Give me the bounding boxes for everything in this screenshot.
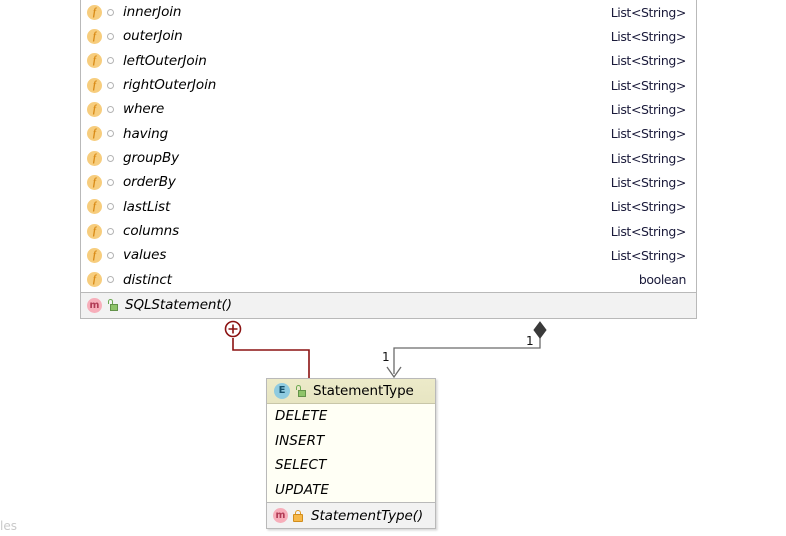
field-type: List<String> bbox=[611, 53, 686, 68]
field-type: List<String> bbox=[611, 151, 686, 166]
field-type: boolean bbox=[639, 272, 686, 287]
lock-closed-icon bbox=[293, 510, 303, 522]
field-icon: f bbox=[87, 126, 102, 141]
list-item[interactable]: SELECT bbox=[267, 453, 435, 478]
lock-open-icon bbox=[107, 299, 118, 311]
field-type: List<String> bbox=[611, 175, 686, 190]
field-name: where bbox=[123, 101, 611, 117]
method-icon: m bbox=[87, 298, 102, 313]
field-name: columns bbox=[123, 223, 611, 239]
enum-header[interactable]: E StatementType bbox=[267, 379, 435, 404]
table-row[interactable]: f outerJoin List<String> bbox=[81, 24, 696, 48]
field-name: lastList bbox=[123, 199, 611, 215]
table-row[interactable]: f where List<String> bbox=[81, 97, 696, 121]
circled-plus-icon bbox=[226, 322, 241, 337]
method-signature: StatementType() bbox=[311, 508, 423, 524]
field-type: List<String> bbox=[611, 29, 686, 44]
package-private-visibility-icon bbox=[107, 276, 114, 283]
relation-inner-class[interactable] bbox=[226, 322, 310, 379]
package-private-visibility-icon bbox=[107, 130, 114, 137]
diagram-canvas[interactable]: 1 1 f f innerJoin List<String> f outerJo… bbox=[0, 0, 786, 536]
field-name: leftOuterJoin bbox=[123, 53, 611, 69]
field-name: values bbox=[123, 247, 611, 263]
class-node-sqlstatement[interactable]: f f innerJoin List<String> f outerJoin L… bbox=[80, 0, 697, 319]
field-type: List<String> bbox=[611, 248, 686, 263]
package-private-visibility-icon bbox=[107, 82, 114, 89]
package-private-visibility-icon bbox=[107, 57, 114, 64]
field-icon: f bbox=[87, 29, 102, 44]
method-icon: m bbox=[273, 508, 288, 523]
package-private-visibility-icon bbox=[107, 228, 114, 235]
page-title: StatementType bbox=[313, 383, 414, 399]
package-private-visibility-icon bbox=[107, 179, 114, 186]
enum-icon: E bbox=[274, 383, 290, 399]
field-icon: f bbox=[87, 272, 102, 287]
field-type: List<String> bbox=[611, 78, 686, 93]
filled-diamond-icon bbox=[534, 322, 546, 338]
field-name: having bbox=[123, 126, 611, 142]
background-label: les bbox=[0, 519, 17, 533]
inner-class-line bbox=[233, 338, 309, 378]
field-type: List<String> bbox=[611, 102, 686, 117]
enum-constant-label: DELETE bbox=[275, 408, 327, 424]
multiplicity-label-target: 1 bbox=[382, 350, 390, 364]
field-icon: f bbox=[87, 224, 102, 239]
enum-constant-label: INSERT bbox=[275, 433, 324, 449]
table-row[interactable]: f distinct boolean bbox=[81, 268, 696, 292]
package-private-visibility-icon bbox=[107, 155, 114, 162]
table-row[interactable]: m StatementType() bbox=[267, 503, 435, 528]
field-icon: f bbox=[87, 102, 102, 117]
package-private-visibility-icon bbox=[107, 203, 114, 210]
field-name: groupBy bbox=[123, 150, 611, 166]
field-name: distinct bbox=[123, 272, 639, 288]
method-signature: SQLStatement() bbox=[125, 297, 232, 313]
field-icon: f bbox=[87, 78, 102, 93]
multiplicity-label-source: 1 bbox=[526, 334, 534, 348]
table-row[interactable]: m SQLStatement() bbox=[81, 293, 696, 318]
table-row[interactable]: f values List<String> bbox=[81, 243, 696, 267]
field-type: List<String> bbox=[611, 5, 686, 20]
field-list: f f innerJoin List<String> f outerJoin L… bbox=[81, 0, 696, 292]
table-row[interactable]: f lastList List<String> bbox=[81, 195, 696, 219]
field-type: List<String> bbox=[611, 126, 686, 141]
enum-method-list: m StatementType() bbox=[267, 502, 435, 528]
circled-plus-glyph bbox=[229, 325, 238, 334]
table-row[interactable]: f leftOuterJoin List<String> bbox=[81, 49, 696, 73]
composition-line bbox=[394, 338, 540, 374]
package-private-visibility-icon bbox=[107, 252, 114, 259]
package-private-visibility-icon bbox=[107, 33, 114, 40]
table-row[interactable]: f columns List<String> bbox=[81, 219, 696, 243]
lock-open-icon bbox=[295, 385, 306, 397]
table-row[interactable]: f groupBy List<String> bbox=[81, 146, 696, 170]
field-icon: f bbox=[87, 151, 102, 166]
table-row[interactable]: f rightOuterJoin List<String> bbox=[81, 73, 696, 97]
field-type: List<String> bbox=[611, 224, 686, 239]
enum-constant-label: SELECT bbox=[275, 457, 326, 473]
field-name: orderBy bbox=[123, 174, 611, 190]
method-list: m SQLStatement() bbox=[81, 292, 696, 318]
enum-constant-list: DELETE INSERT SELECT UPDATE bbox=[267, 404, 435, 502]
class-node-statementtype[interactable]: E StatementType DELETE INSERT SELECT UPD… bbox=[266, 378, 436, 529]
field-icon: f bbox=[87, 248, 102, 263]
field-name: innerJoin bbox=[123, 4, 611, 20]
open-arrowhead-icon bbox=[387, 367, 401, 377]
package-private-visibility-icon bbox=[107, 106, 114, 113]
package-private-visibility-icon bbox=[107, 9, 114, 16]
field-type: List<String> bbox=[611, 199, 686, 214]
field-icon: f bbox=[87, 199, 102, 214]
table-row[interactable]: f orderBy List<String> bbox=[81, 170, 696, 194]
field-icon: f bbox=[87, 53, 102, 68]
list-item[interactable]: UPDATE bbox=[267, 478, 435, 503]
list-item[interactable]: INSERT bbox=[267, 429, 435, 454]
list-item[interactable]: DELETE bbox=[267, 404, 435, 429]
field-name: rightOuterJoin bbox=[123, 77, 611, 93]
enum-constant-label: UPDATE bbox=[275, 482, 329, 498]
table-row[interactable]: f having List<String> bbox=[81, 122, 696, 146]
field-icon: f bbox=[87, 175, 102, 190]
field-name: outerJoin bbox=[123, 28, 611, 44]
table-row[interactable]: f innerJoin List<String> bbox=[81, 0, 696, 24]
field-icon: f bbox=[87, 5, 102, 20]
relation-composition[interactable] bbox=[387, 322, 546, 377]
